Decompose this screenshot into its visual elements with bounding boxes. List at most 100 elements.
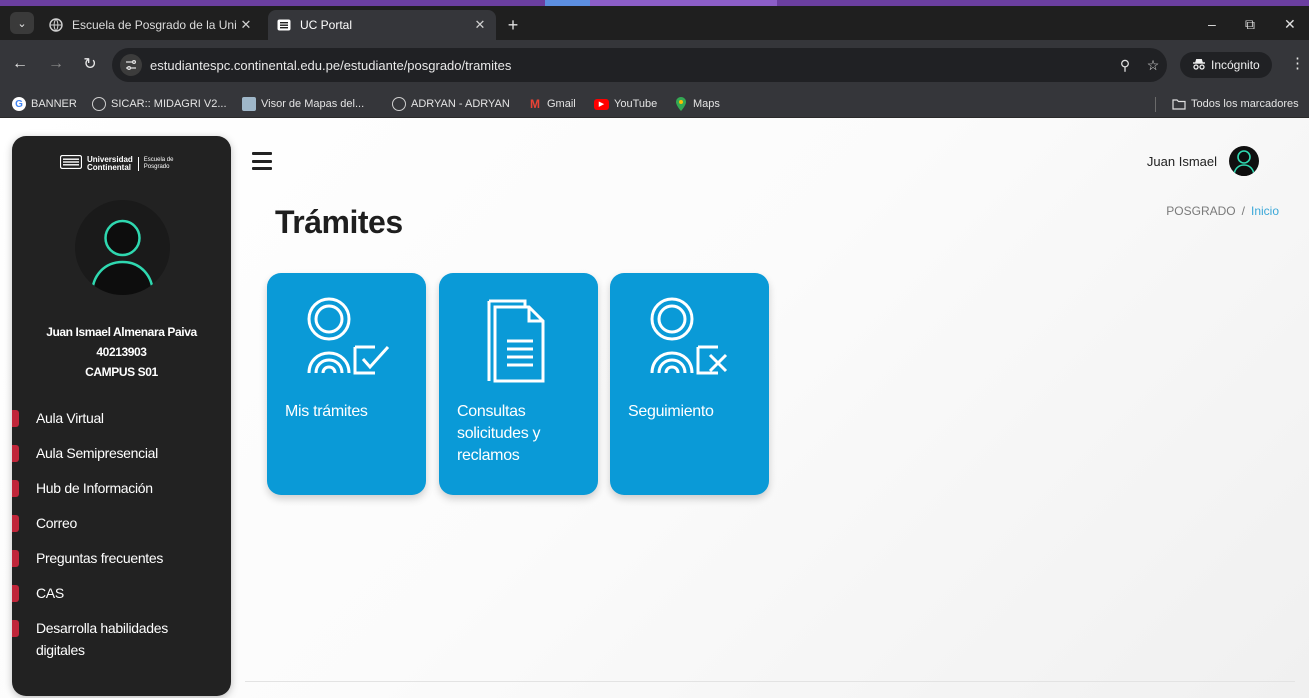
document-icon	[487, 299, 545, 383]
folder-icon	[1172, 97, 1186, 111]
globe-icon	[392, 97, 406, 111]
card-mis-tramites[interactable]: Mis trámites	[267, 273, 426, 495]
user-code: 40213903	[96, 345, 147, 359]
sidebar-item-hub-informacion[interactable]: Hub de Información	[12, 480, 231, 499]
tab-title: Escuela de Posgrado de la Unive	[72, 18, 236, 32]
page-viewport: Universidad Continental Escuela de Posgr…	[0, 118, 1309, 698]
bookmarks-bar: G BANNER SICAR:: MIDAGRI V2... Visor de …	[0, 90, 1309, 118]
reload-button[interactable]: ↻	[80, 54, 100, 74]
forward-button[interactable]: →	[46, 54, 66, 74]
card-label: Mis trámites	[285, 403, 368, 420]
nav-marker	[12, 515, 19, 532]
card-seguimiento[interactable]: Seguimiento	[610, 273, 769, 495]
user-silhouette-icon	[1233, 150, 1255, 176]
sidebar-item-correo[interactable]: Correo	[12, 515, 231, 534]
url-text[interactable]: estudiantespc.continental.edu.pe/estudia…	[150, 58, 1111, 73]
nav-marker	[12, 585, 19, 602]
nav-marker	[12, 480, 19, 497]
bookmark-maps[interactable]: Maps	[674, 96, 720, 112]
youtube-icon: ▶	[594, 98, 609, 110]
nav-marker	[12, 445, 19, 462]
breadcrumb-separator: /	[1241, 204, 1245, 218]
tab-title: UC Portal	[300, 18, 353, 32]
breadcrumb-current[interactable]: Inicio	[1251, 204, 1279, 218]
card-label: Consultas solicitudes y reclamos	[457, 403, 541, 464]
sidebar-item-aula-semipresencial[interactable]: Aula Semipresencial	[12, 445, 231, 464]
sidebar-item-preguntas-frecuentes[interactable]: Preguntas frecuentes	[12, 550, 231, 569]
bookmark-banner[interactable]: G BANNER	[12, 96, 77, 112]
sidebar-item-aula-virtual[interactable]: Aula Virtual	[12, 410, 231, 429]
tab-search-button[interactable]: ⌄	[10, 12, 34, 34]
globe-icon	[48, 17, 64, 33]
bookmark-label: ADRYAN - ADRYAN	[411, 98, 510, 110]
user-menu[interactable]: Juan Ismael	[1147, 146, 1259, 176]
incognito-label: Incógnito	[1211, 58, 1260, 72]
bookmark-label: Maps	[693, 98, 720, 110]
card-consultas-solicitudes[interactable]: Consultas solicitudes y reclamos	[439, 273, 598, 495]
sidebar-item-habilidades-digitales[interactable]: Desarrolla habilidades digitales	[12, 620, 231, 661]
sidebar-item-label: Preguntas frecuentes	[36, 550, 164, 566]
bookmark-adryan[interactable]: ADRYAN - ADRYAN	[392, 96, 510, 112]
close-tab-icon[interactable]: ✕	[470, 17, 490, 33]
avatar	[75, 200, 170, 295]
page-title: Trámites	[275, 204, 403, 240]
bookmark-label: BANNER	[31, 98, 77, 110]
bookmark-label: Gmail	[547, 98, 576, 110]
nav-marker	[12, 620, 19, 637]
breadcrumb-root[interactable]: POSGRADO	[1166, 204, 1235, 218]
logo-divider	[137, 157, 139, 171]
bookmark-label: SICAR:: MIDAGRI V2...	[111, 98, 227, 110]
globe-icon	[92, 97, 106, 111]
uc-logo-icon	[59, 154, 83, 174]
map-viewer-icon	[242, 97, 256, 111]
tab-escuela-posgrado[interactable]: Escuela de Posgrado de la Unive ✕	[40, 10, 262, 40]
zoom-icon[interactable]: ⚲	[1111, 57, 1139, 74]
user-silhouette-icon	[90, 219, 155, 295]
nav-marker	[12, 550, 19, 567]
logo-main-text: Universidad Continental	[87, 155, 133, 172]
nav-marker	[12, 410, 19, 427]
tab-uc-portal[interactable]: UC Portal ✕	[268, 10, 496, 40]
sidebar: Universidad Continental Escuela de Posgr…	[12, 136, 231, 696]
bookmark-label: Visor de Mapas del...	[261, 98, 365, 110]
all-bookmarks-button[interactable]: Todos los marcadores	[1172, 96, 1299, 112]
person-check-icon	[307, 297, 390, 375]
campus-label: CAMPUS S01	[85, 365, 158, 379]
sidebar-item-label: Aula Virtual	[36, 410, 104, 426]
breadcrumb: POSGRADO / Inicio	[1166, 204, 1279, 218]
sidebar-item-label: Aula Semipresencial	[36, 445, 158, 461]
university-logo[interactable]: Universidad Continental Escuela de Posgr…	[59, 154, 184, 174]
incognito-badge[interactable]: Incógnito	[1180, 52, 1272, 78]
bookmark-youtube[interactable]: ▶ YouTube	[594, 96, 657, 112]
browser-menu-icon[interactable]: ⋮	[1290, 54, 1305, 72]
minimize-icon[interactable]: –	[1208, 16, 1216, 32]
bookmark-gmail[interactable]: M Gmail	[528, 96, 576, 112]
new-tab-button[interactable]: +	[502, 14, 524, 36]
close-tab-icon[interactable]: ✕	[236, 17, 256, 33]
google-icon: G	[12, 97, 26, 111]
card-label: Seguimiento	[628, 403, 714, 420]
sidebar-item-cas[interactable]: CAS	[12, 585, 231, 604]
sidebar-item-label: Hub de Información	[36, 480, 153, 496]
close-window-icon[interactable]: ✕	[1284, 16, 1296, 33]
bookmark-star-icon[interactable]: ☆	[1139, 57, 1167, 74]
site-settings-icon[interactable]	[120, 54, 142, 76]
bookmark-label: YouTube	[614, 98, 658, 110]
bookmark-sicar[interactable]: SICAR:: MIDAGRI V2...	[92, 96, 227, 112]
user-info: Juan Ismael Almenara Paiva 40213903 CAMP…	[12, 322, 231, 382]
omnibox[interactable]: estudiantespc.continental.edu.pe/estudia…	[112, 48, 1167, 82]
sidebar-item-label: Desarrolla habilidades digitales	[36, 620, 168, 658]
person-cross-icon	[650, 297, 728, 375]
sidebar-item-label: CAS	[36, 585, 64, 601]
header-user-name: Juan Ismael	[1146, 153, 1217, 169]
hamburger-menu-icon[interactable]	[252, 152, 272, 170]
incognito-icon	[1192, 58, 1206, 73]
back-button[interactable]: ←	[10, 54, 30, 74]
sidebar-item-label: Correo	[36, 515, 77, 531]
restore-icon[interactable]: ⧉	[1245, 16, 1255, 33]
logo-sub-text: Escuela de Posgrado	[143, 157, 174, 170]
footer-divider	[245, 681, 1295, 682]
bookmark-visor-mapas[interactable]: Visor de Mapas del...	[242, 96, 364, 112]
user-full-name: Juan Ismael Almenara Paiva	[46, 325, 197, 339]
avatar	[1229, 146, 1259, 176]
